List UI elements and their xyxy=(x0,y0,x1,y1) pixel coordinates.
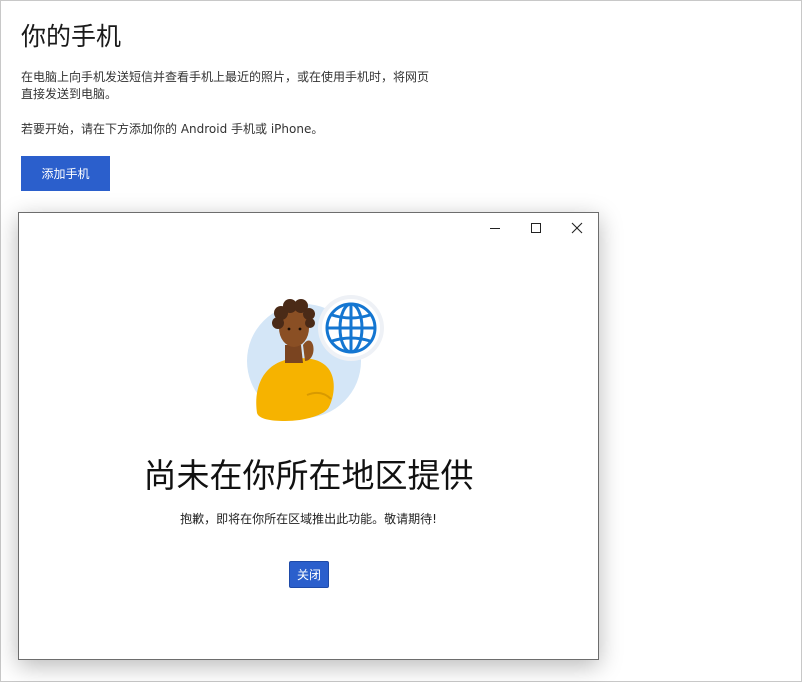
window-close-button[interactable] xyxy=(557,213,597,243)
close-icon xyxy=(571,222,583,234)
page-title: 你的手机 xyxy=(21,22,122,51)
maximize-button[interactable] xyxy=(516,213,556,243)
minimize-button[interactable] xyxy=(475,213,515,243)
person-neck xyxy=(285,345,303,363)
unavailable-dialog: 尚未在你所在地区提供 抱歉，即将在你所在区域推出此功能。敬请期待! 关闭 xyxy=(18,212,599,660)
maximize-icon xyxy=(531,223,541,233)
page-hint: 若要开始，请在下方添加你的 Android 手机或 iPhone。 xyxy=(21,122,324,136)
dialog-message: 抱歉，即将在你所在区域推出此功能。敬请期待! xyxy=(180,512,437,526)
add-phone-button[interactable]: 添加手机 xyxy=(21,156,110,191)
dialog-title: 尚未在你所在地区提供 xyxy=(143,456,474,495)
dialog-close-button[interactable]: 关闭 xyxy=(289,561,329,588)
minimize-icon xyxy=(490,228,500,229)
person-globe-illustration xyxy=(247,295,384,421)
globe-icon xyxy=(325,302,377,354)
page-description: 在电脑上向手机发送短信并查看手机上最近的照片，或在使用手机时，将网页直接发送到电… xyxy=(21,70,430,101)
